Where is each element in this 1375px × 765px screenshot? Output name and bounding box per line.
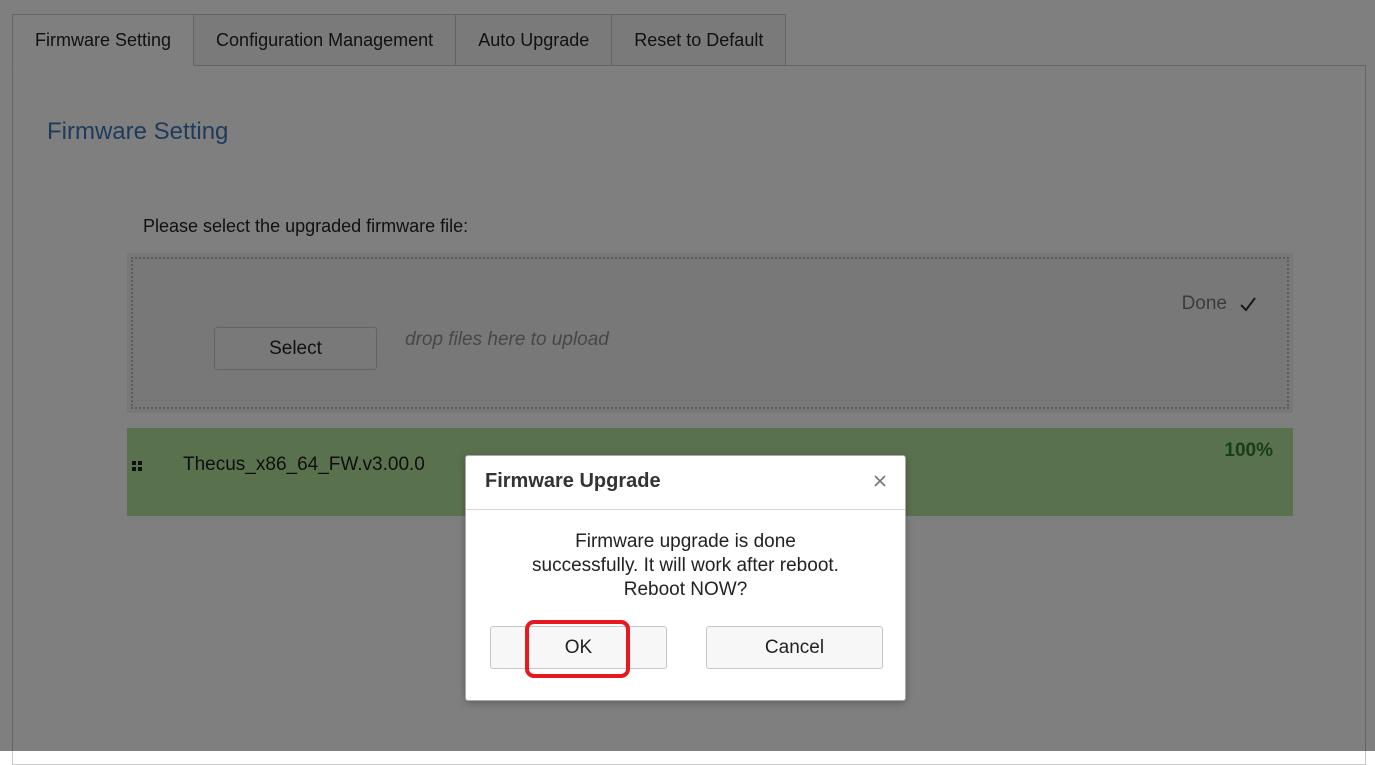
dialog-divider <box>466 509 905 510</box>
dialog-message: Firmware upgrade is done successfully. I… <box>486 530 885 602</box>
firmware-upgrade-dialog: Firmware Upgrade Firmware upgrade is don… <box>465 455 906 701</box>
cancel-button[interactable]: Cancel <box>706 626 883 669</box>
ok-button[interactable]: OK <box>490 626 667 669</box>
dialog-title: Firmware Upgrade <box>485 470 661 492</box>
dialog-message-line: successfully. It will work after reboot. <box>532 555 839 576</box>
dialog-message-line: Reboot NOW? <box>623 579 748 600</box>
close-icon[interactable] <box>869 470 891 492</box>
dialog-message-line: Firmware upgrade is done <box>575 531 796 552</box>
